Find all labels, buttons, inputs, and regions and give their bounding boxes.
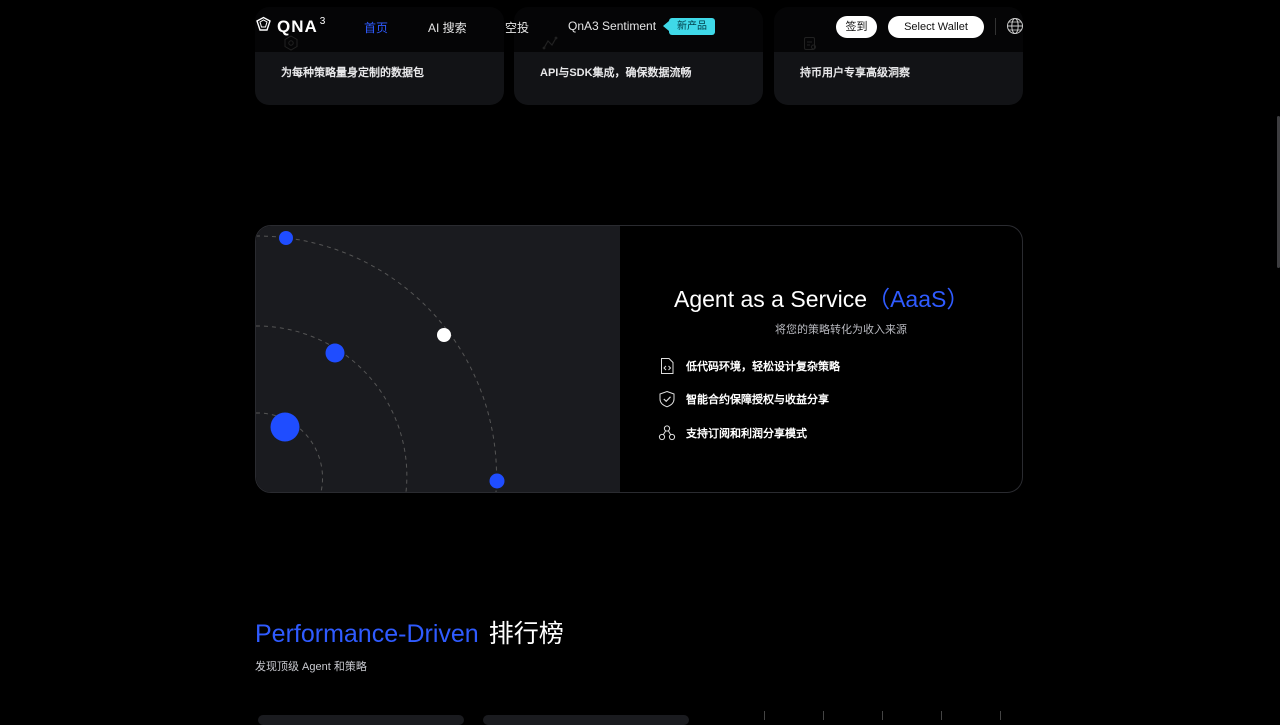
aaas-feature-subscription: 支持订阅和利润分享模式: [658, 424, 807, 442]
orbit-dot: [270, 412, 300, 442]
checkin-button[interactable]: 签到: [836, 16, 877, 38]
leaderboard-subtitle: 发现顶级 Agent 和策略: [255, 661, 367, 673]
nav-ai-search[interactable]: AI 搜索: [428, 19, 467, 36]
aaas-feature-label: 低代码环境，轻松设计复杂策略: [686, 361, 840, 373]
table-column-divider: [941, 711, 942, 720]
leaderboard-card[interactable]: [483, 715, 689, 725]
logo-superscript: 3: [319, 16, 326, 27]
leaderboard-title-en: Performance-Driven: [255, 620, 479, 648]
feature-text: 为每种策略量身定制的数据包: [281, 67, 424, 79]
select-wallet-button[interactable]: Select Wallet: [888, 16, 984, 38]
globe-icon[interactable]: [1006, 17, 1024, 35]
nav-home[interactable]: 首页: [364, 19, 388, 36]
table-column-divider: [1000, 711, 1001, 720]
share-nodes-icon: [658, 425, 676, 441]
logo[interactable]: QNA 3: [255, 16, 325, 38]
logo-icon: [256, 16, 271, 31]
feature-text: API与SDK集成，确保数据流畅: [540, 67, 692, 79]
table-column-divider: [823, 711, 824, 720]
aaas-feature-label: 支持订阅和利润分享模式: [686, 428, 807, 440]
code-file-icon: [661, 358, 674, 374]
orbit-dot: [325, 343, 345, 363]
aaas-feature-label: 智能合约保障授权与收益分享: [686, 394, 829, 406]
header-divider: [995, 18, 996, 35]
table-column-divider: [764, 711, 765, 720]
aaas-title-main: Agent as a Service: [674, 286, 868, 312]
orbit-dot: [279, 231, 293, 245]
aaas-feature-contract: 智能合约保障授权与收益分享: [658, 390, 829, 408]
top-navigation-bar: QNA 3 首页 AI 搜索 空投 QnA3 Sentiment 新产品 签到 …: [0, 0, 1280, 52]
orbit-dot: [437, 328, 451, 342]
table-column-divider: [882, 711, 883, 720]
feature-text: 持币用户专享高级洞察: [800, 67, 910, 79]
aaas-title: Agent as a Service（AaaS）: [674, 280, 969, 314]
leaderboard-title-zh: 排行榜: [488, 620, 564, 648]
leaderboard-title: Performance-Driven 排行榜: [255, 614, 564, 650]
shield-check-icon: [659, 390, 675, 408]
aaas-feature-lowcode: 低代码环境，轻松设计复杂策略: [658, 357, 840, 375]
new-product-badge: 新产品: [663, 18, 715, 35]
orbit-illustration: [256, 226, 620, 492]
nav-airdrop[interactable]: 空投: [505, 19, 529, 36]
nav-sentiment[interactable]: QnA3 Sentiment: [568, 19, 656, 33]
aaas-title-accent: （AaaS）: [867, 286, 970, 312]
leaderboard-card[interactable]: [258, 715, 464, 725]
orbit-dot: [489, 473, 505, 489]
aaas-panel: [255, 225, 1023, 493]
logo-text: QNA: [277, 17, 318, 36]
aaas-subtitle: 将您的策略转化为收入来源: [775, 324, 907, 336]
